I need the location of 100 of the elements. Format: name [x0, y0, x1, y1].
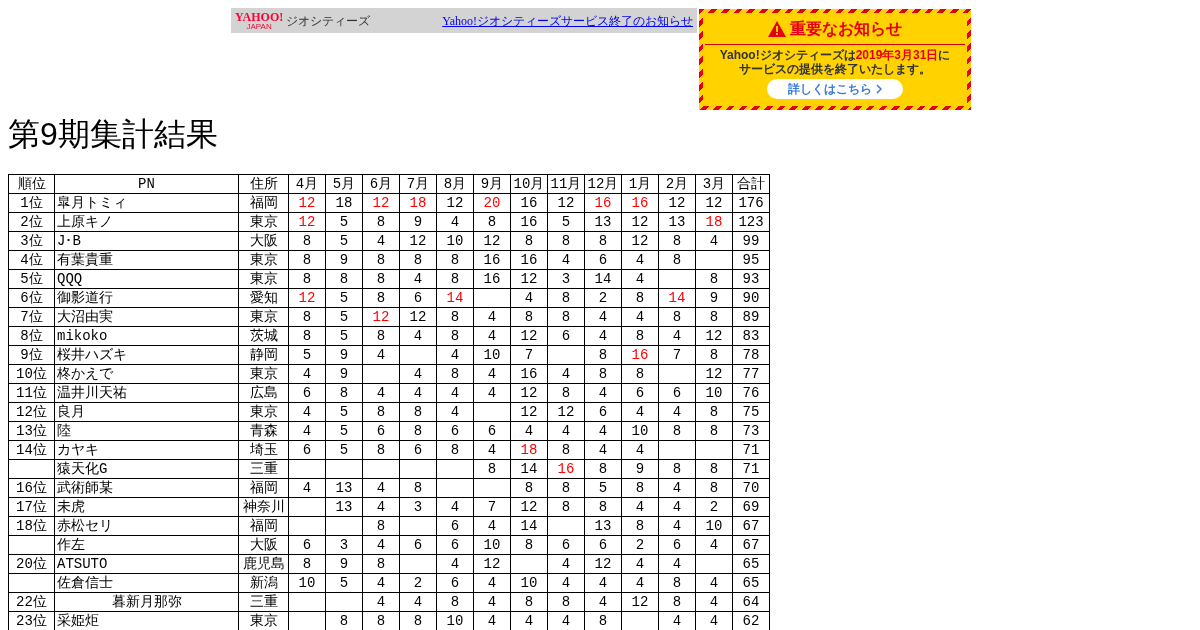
score-cell: 4	[288, 364, 326, 384]
place-cell: 三重	[238, 459, 289, 479]
score-cell: 8	[584, 231, 622, 251]
total-cell: 71	[732, 440, 770, 460]
score-cell: 8	[399, 478, 437, 498]
score-cell: 6	[658, 535, 696, 555]
score-cell: 14	[658, 288, 696, 308]
score-cell: 8	[695, 478, 733, 498]
rank-cell: 2位	[8, 212, 55, 232]
score-cell: 4	[473, 516, 511, 536]
rank-cell: 17位	[8, 497, 55, 517]
total-cell: 67	[732, 535, 770, 555]
chevron-right-icon	[876, 84, 882, 94]
total-cell: 89	[732, 307, 770, 327]
total-cell: 95	[732, 250, 770, 270]
score-cell: 8	[547, 307, 585, 327]
score-cell: 4	[695, 535, 733, 555]
score-cell: 6	[399, 440, 437, 460]
place-cell: 東京	[238, 402, 289, 422]
score-cell: 4	[547, 364, 585, 384]
place-cell: 東京	[238, 212, 289, 232]
name-cell: 有葉貴重	[54, 250, 239, 270]
score-cell: 8	[436, 364, 474, 384]
rank-cell	[8, 535, 55, 555]
score-cell: 4	[547, 421, 585, 441]
score-cell: 8	[695, 269, 733, 289]
score-cell: 8	[288, 554, 326, 574]
score-cell: 8	[288, 307, 326, 327]
rank-cell: 20位	[8, 554, 55, 574]
score-cell: 12	[621, 212, 659, 232]
rank-cell: 6位	[8, 288, 55, 308]
rank-cell: 18位	[8, 516, 55, 536]
score-cell: 12	[584, 554, 622, 574]
total-cell: 83	[732, 326, 770, 346]
score-cell: 16	[473, 269, 511, 289]
column-header: 11月	[547, 174, 585, 194]
place-cell: 青森	[238, 421, 289, 441]
notice-banner[interactable]: 重要なお知らせ Yahoo!ジオシティーズは2019年3月31日 に サービスの提供を終了いたします。 詳しくはこちら	[699, 9, 971, 110]
score-cell: 13	[658, 212, 696, 232]
score-cell: 6	[288, 440, 326, 460]
score-cell: 4	[621, 402, 659, 422]
place-cell: 東京	[238, 364, 289, 384]
column-header: 4月	[288, 174, 326, 194]
rank-cell: 12位	[8, 402, 55, 422]
score-cell: 9	[325, 250, 363, 270]
score-cell: 8	[584, 345, 622, 365]
name-cell: 猿天化G	[54, 459, 239, 479]
score-cell: 13	[325, 478, 363, 498]
score-cell: 12	[510, 326, 548, 346]
score-cell: 16	[547, 459, 585, 479]
score-cell: 4	[288, 402, 326, 422]
score-cell: 12	[362, 193, 400, 213]
score-cell: 10	[473, 345, 511, 365]
score-cell: 6	[288, 383, 326, 403]
score-cell: 16	[510, 250, 548, 270]
score-cell: 4	[288, 421, 326, 441]
score-cell: 4	[695, 592, 733, 612]
total-cell: 77	[732, 364, 770, 384]
notice-date: 2019年3月31日	[855, 48, 939, 62]
score-cell: 8	[658, 592, 696, 612]
total-cell: 75	[732, 402, 770, 422]
place-cell: 広島	[238, 383, 289, 403]
score-cell: 12	[658, 193, 696, 213]
rank-cell: 1位	[8, 193, 55, 213]
score-cell: 4	[436, 497, 474, 517]
name-cell: 赤松セリ	[54, 516, 239, 536]
total-cell: 99	[732, 231, 770, 251]
rank-cell	[8, 459, 55, 479]
name-cell: 大沼由実	[54, 307, 239, 327]
score-cell: 4	[473, 364, 511, 384]
score-cell: 12	[510, 497, 548, 517]
score-cell: 4	[362, 497, 400, 517]
name-cell: 良月	[54, 402, 239, 422]
score-cell: 8	[547, 288, 585, 308]
column-header: 2月	[658, 174, 696, 194]
score-cell: 4	[473, 383, 511, 403]
score-cell: 12	[473, 231, 511, 251]
total-cell: 123	[732, 212, 770, 232]
score-cell: 8	[436, 440, 474, 460]
details-button[interactable]: 詳しくはこちら	[767, 79, 903, 99]
score-cell: 2	[399, 573, 437, 593]
column-header: 5月	[325, 174, 363, 194]
score-cell: 8	[584, 497, 622, 517]
score-cell: 4	[473, 307, 511, 327]
name-cell: 未虎	[54, 497, 239, 517]
score-cell: 4	[584, 573, 622, 593]
score-cell: 4	[584, 440, 622, 460]
score-cell: 16	[621, 345, 659, 365]
score-cell: 4	[436, 402, 474, 422]
rank-cell: 14位	[8, 440, 55, 460]
name-cell: 武術師某	[54, 478, 239, 498]
score-cell: 16	[584, 193, 622, 213]
score-cell: 12	[288, 212, 326, 232]
score-cell: 4	[362, 345, 400, 365]
score-cell: 4	[399, 383, 437, 403]
score-cell: 10	[510, 573, 548, 593]
score-cell: 4	[658, 554, 696, 574]
place-cell: 神奈川	[238, 497, 289, 517]
service-end-link[interactable]: Yahoo!ジオシティーズサービス終了のお知らせ	[442, 11, 693, 30]
warning-icon	[768, 21, 786, 37]
